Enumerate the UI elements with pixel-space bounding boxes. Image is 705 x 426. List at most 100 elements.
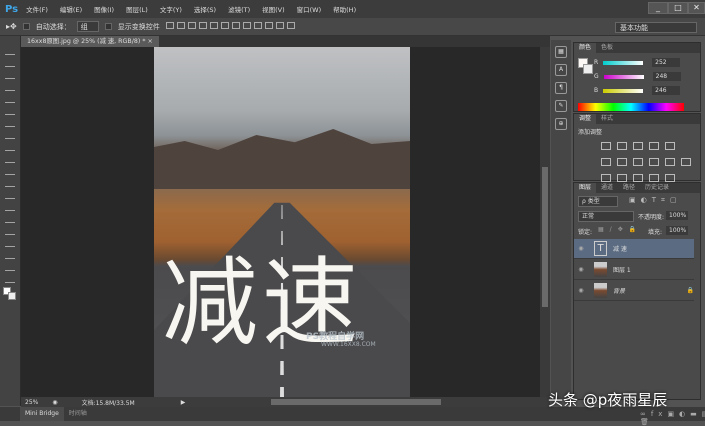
g-label: G (594, 73, 599, 80)
g-slider[interactable] (603, 74, 644, 79)
menu-layer[interactable]: 图层(L) (126, 4, 148, 14)
r-label: R (594, 59, 599, 66)
eraser-tool-icon[interactable] (5, 167, 15, 175)
history-icon[interactable]: ▦ (555, 46, 567, 58)
zoom-level[interactable]: 25% (25, 399, 38, 406)
paragraph-icon[interactable]: ¶ (555, 82, 567, 94)
layer-filter-dropdown[interactable]: ρ 类型 (578, 196, 618, 207)
auto-select-dropdown[interactable]: 组 (76, 21, 99, 32)
fill-value[interactable]: 100% (666, 226, 688, 235)
b-slider[interactable] (603, 88, 644, 93)
menu-filter[interactable]: 滤镜(T) (228, 4, 250, 14)
blend-mode-dropdown[interactable]: 正常 (578, 211, 634, 222)
menu-help[interactable]: 帮助(H) (333, 4, 356, 14)
b-label: B (594, 87, 599, 94)
zoom-tool-icon[interactable] (5, 275, 15, 283)
type-tool-icon[interactable] (5, 227, 15, 235)
clone-source-icon[interactable]: ⊕ (555, 118, 567, 130)
align-icons[interactable] (165, 22, 298, 31)
pen-tool-icon[interactable] (5, 215, 15, 223)
brush-preset-icon[interactable]: ✎ (555, 100, 567, 112)
layer-row[interactable]: ◉ 图层 1 (574, 260, 694, 280)
stamp-tool-icon[interactable] (5, 143, 15, 151)
lasso-tool-icon[interactable] (5, 71, 15, 79)
close-button[interactable]: ✕ (688, 2, 705, 14)
menu-bar: Ps 文件(F) 编辑(E) 图像(I) 图层(L) 文字(Y) 选择(S) 滤… (0, 0, 705, 18)
layer-row[interactable]: ◉ T 减 速 (574, 239, 694, 259)
blur-tool-icon[interactable] (5, 191, 15, 199)
r-value[interactable]: 252 (652, 58, 681, 67)
close-tab-icon[interactable]: × (148, 38, 153, 45)
menu-type[interactable]: 文字(Y) (160, 4, 182, 14)
auto-select-label: 自动选择： (35, 22, 71, 31)
status-menu-arrow[interactable]: ▶ (181, 399, 186, 406)
photoshop-logo: Ps (5, 3, 19, 15)
panel-icon-strip: ▦ A ¶ ✎ ⊕ (551, 40, 571, 400)
tab-adjustments[interactable]: 调整 (574, 114, 597, 124)
opacity-value[interactable]: 100% (666, 211, 688, 220)
menu-select[interactable]: 选择(S) (194, 4, 216, 14)
background-color[interactable] (583, 64, 593, 74)
move-tool-icon[interactable] (5, 47, 15, 55)
lock-icon: 🔒 (686, 287, 694, 294)
character-icon[interactable]: A (555, 64, 567, 76)
tab-color[interactable]: 颜色 (574, 43, 597, 53)
tab-layers[interactable]: 图层 (574, 183, 597, 193)
visibility-eye-icon[interactable]: ◉ (574, 245, 588, 252)
shape-tool-icon[interactable] (5, 251, 15, 259)
b-value[interactable]: 246 (652, 86, 681, 95)
lock-icons[interactable]: ▦/✥🔒 (598, 226, 642, 233)
tab-mini-bridge[interactable]: Mini Bridge (20, 407, 64, 421)
brush-tool-icon[interactable] (5, 131, 15, 139)
auto-select-checkbox[interactable] (22, 23, 30, 30)
visibility-eye-icon[interactable]: ◉ (574, 287, 588, 294)
horizontal-scroll-thumb[interactable] (271, 399, 441, 405)
visibility-eye-icon[interactable]: ◉ (574, 266, 588, 273)
tab-swatches[interactable]: 色板 (596, 43, 618, 53)
document-tab[interactable]: 16xx8原图.jpg @ 25% (减 速, RGB/8) * × (21, 36, 159, 47)
maximize-button[interactable]: □ (668, 2, 688, 14)
menu-view[interactable]: 视图(V) (262, 4, 285, 14)
tab-history[interactable]: 历史记录 (640, 183, 674, 193)
move-tool-icon[interactable]: ▸✥ (6, 22, 17, 31)
layer-bottom-icons[interactable]: ∞fx▣◐▬▤🗑 (640, 410, 705, 426)
show-transform-checkbox[interactable] (104, 23, 112, 30)
hand-tool-icon[interactable] (5, 263, 15, 271)
path-select-icon[interactable] (5, 239, 15, 247)
watermark-url: WWW.16XX8.COM (321, 341, 376, 348)
gradient-tool-icon[interactable] (5, 179, 15, 187)
lock-label: 锁定: (578, 229, 593, 236)
layers-panel: 图层 通道 路径 历史记录 ρ 类型 ▣◐T⌗▢ 正常 不透明度: 100% 锁定: … (573, 182, 701, 400)
tab-styles[interactable]: 样式 (596, 114, 618, 124)
adjustment-icons[interactable] (574, 139, 700, 187)
adjustments-panel: 调整 样式 添加调整 (573, 113, 701, 182)
dodge-tool-icon[interactable] (5, 203, 15, 211)
marquee-tool-icon[interactable] (5, 59, 15, 67)
layer-name: 减 速 (613, 246, 627, 253)
canvas-area[interactable]: 减速 PS教程自学网 WWW.16XX8.COM (21, 47, 540, 401)
tab-timeline[interactable]: 时间轴 (64, 407, 92, 421)
tab-channels[interactable]: 通道 (596, 183, 618, 193)
workspace-dropdown[interactable]: 基本功能 (615, 22, 697, 33)
vertical-scrollbar[interactable] (540, 47, 550, 397)
minimize-button[interactable]: _ (648, 2, 668, 14)
healing-tool-icon[interactable] (5, 119, 15, 127)
eyedropper-tool-icon[interactable] (5, 107, 15, 115)
status-bar: 25% ◉ 文档:15.8M/33.5M ▶ (21, 397, 550, 407)
menu-edit[interactable]: 编辑(E) (60, 4, 82, 14)
menu-file[interactable]: 文件(F) (26, 4, 48, 14)
menu-image[interactable]: 图像(I) (94, 4, 114, 14)
layer-row[interactable]: ◉ 背景 🔒 (574, 281, 694, 301)
menu-window[interactable]: 窗口(W) (297, 4, 322, 14)
quick-select-tool-icon[interactable] (5, 83, 15, 91)
r-slider[interactable] (603, 60, 644, 65)
color-spectrum[interactable] (578, 103, 684, 111)
color-swatches[interactable] (0, 287, 20, 303)
vertical-scroll-thumb[interactable] (542, 167, 548, 307)
tab-paths[interactable]: 路径 (618, 183, 640, 193)
filter-icons[interactable]: ▣◐T⌗▢ (629, 196, 682, 205)
status-icon[interactable]: ◉ (52, 399, 57, 406)
g-value[interactable]: 248 (652, 72, 681, 81)
crop-tool-icon[interactable] (5, 95, 15, 103)
history-brush-icon[interactable] (5, 155, 15, 163)
